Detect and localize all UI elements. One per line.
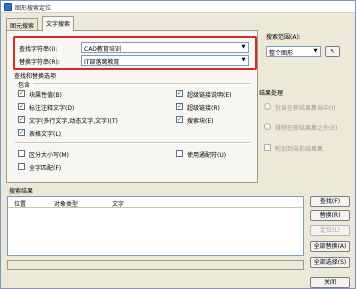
find-button[interactable]: 查找(F)	[310, 196, 350, 207]
checkbox-hyperlink[interactable]: ✓	[176, 103, 183, 110]
select-all-button[interactable]: 全部选择(S)	[310, 257, 350, 268]
replace-all-button[interactable]: 全部替换(A)	[310, 241, 350, 252]
chevron-down-icon[interactable]: ▼	[240, 57, 247, 64]
search-scope-select[interactable]: 整个图形 ▼	[266, 46, 321, 57]
radio-exclude-new[interactable]	[264, 123, 271, 130]
checkbox-label: 搜索块(E)	[187, 118, 214, 125]
chevron-down-icon[interactable]: ▼	[240, 44, 247, 51]
radio-include-new[interactable]	[264, 103, 271, 110]
checkbox-append-current[interactable]: ✓	[264, 144, 271, 151]
status-bar	[7, 260, 304, 270]
checkbox-label: 超级链接说明(E)	[187, 92, 232, 99]
search-scope-value: 整个图形	[269, 50, 294, 57]
options-divider	[15, 142, 251, 144]
cursor-icon: ↖	[329, 48, 336, 55]
close-button[interactable]: 关闭	[310, 277, 350, 288]
checkbox-text[interactable]: ✓	[18, 116, 25, 123]
checkbox-whole-word[interactable]: ✓	[18, 163, 25, 170]
find-value: CAD教育培训	[84, 46, 121, 53]
include-divider	[33, 83, 251, 85]
radio-label: 包含在新结果集当中(I)	[275, 105, 336, 112]
checkbox-hyperlink-desc[interactable]: ✓	[176, 90, 183, 97]
checkbox-search-block[interactable]: ✓	[176, 116, 183, 123]
checkbox-table-text[interactable]: ✓	[18, 129, 25, 136]
app-icon	[4, 3, 12, 11]
checkbox-label: 文字(多行文字,动态文字,文字)(T)	[29, 118, 118, 125]
checkbox-label: 全字匹配(F)	[29, 165, 62, 172]
locate-button[interactable]: 定位(L)	[310, 225, 350, 236]
search-scope-label: 搜索范围(A):	[266, 34, 301, 41]
checkbox-label: 表格文字(L)	[29, 131, 62, 138]
checkbox-label: 块属性值(B)	[29, 92, 62, 99]
find-input[interactable]: CAD教育培训 ▼	[81, 42, 249, 53]
checkbox-match-case[interactable]: ✓	[18, 150, 25, 157]
tab-text-search[interactable]: 文字搜索	[42, 16, 75, 31]
include-label: 包含	[18, 82, 31, 89]
options-group-label: 查找和替换选项	[14, 73, 57, 80]
find-label: 查找字符串(I):	[19, 46, 58, 53]
replace-button[interactable]: 替换(R)	[310, 210, 350, 221]
checkbox-label: 超级链接(R)	[187, 105, 220, 112]
results-table[interactable]: 位置 对象类型 文字	[7, 196, 304, 256]
header-divider	[8, 207, 303, 209]
checkbox-wildcard[interactable]: ✓	[176, 150, 183, 157]
checkbox-label: 标注注释文字(D)	[29, 105, 75, 112]
result-processing-label: 结果处理	[259, 90, 284, 97]
checkbox-label: 附加到当前结果集	[275, 146, 324, 153]
replace-value: IT部落窝教育	[84, 59, 120, 66]
dialog-window: 图形搜索定位 图元搜索 文字搜索 查找字符串(I): CAD教育培训 ▼ 替换字…	[0, 0, 356, 289]
tab-entity-search[interactable]: 图元搜索	[6, 18, 39, 30]
checkbox-dim-text[interactable]: ✓	[18, 103, 25, 110]
pick-objects-button[interactable]: ↖	[325, 46, 340, 57]
window-title: 图形搜索定位	[15, 5, 52, 12]
checkbox-label: 区分大小写(M)	[29, 152, 69, 159]
checkbox-label: 使用通配符(U)	[187, 152, 227, 159]
results-label: 搜索结果	[9, 188, 34, 195]
chevron-down-icon[interactable]: ▼	[312, 48, 319, 55]
replace-input[interactable]: IT部落窝教育 ▼	[81, 55, 249, 66]
replace-label: 替换字符串(R):	[19, 59, 60, 66]
radio-label: 排除在新结果集之外(E)	[275, 125, 338, 132]
title-bar: 图形搜索定位	[1, 1, 355, 13]
checkbox-block-attr[interactable]: ✓	[18, 90, 25, 97]
